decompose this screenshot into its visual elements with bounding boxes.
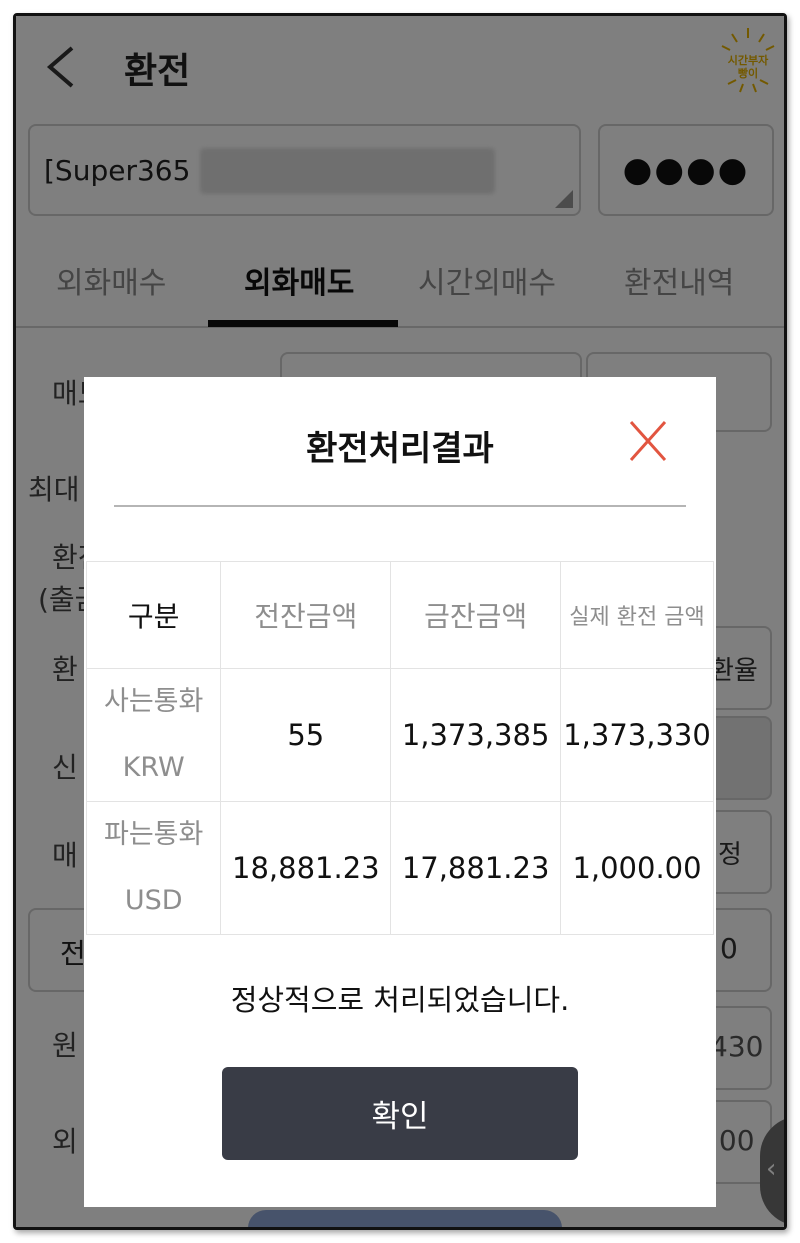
actual-amount-cell: 1,373,330 (560, 668, 714, 802)
exchange-result-dialog: 환전처리결과 구분 전잔금액 금잔금액 실제 환전 금액 사는통화 KRW 55… (84, 377, 716, 1207)
row-label-cell: 파는통화 USD (85, 801, 222, 935)
result-table: 구분 전잔금액 금잔금액 실제 환전 금액 사는통화 KRW 55 1,373,… (85, 561, 714, 935)
row-label-currency: KRW (122, 752, 185, 783)
header-prev-balance: 전잔금액 (220, 561, 392, 669)
header-category: 구분 (85, 561, 222, 669)
curr-balance-cell: 17,881.23 (390, 801, 562, 935)
dialog-divider (114, 505, 686, 507)
dialog-title: 환전처리결과 (306, 429, 494, 469)
header-actual-amount: 실제 환전 금액 (560, 561, 714, 669)
curr-balance-cell: 1,373,385 (390, 668, 562, 802)
row-label-cell: 사는통화 KRW (85, 668, 222, 802)
row-label-type: 사는통화 (104, 686, 204, 717)
prev-balance-cell: 55 (220, 668, 392, 802)
row-label-type: 파는통화 (104, 819, 204, 850)
close-icon[interactable] (628, 419, 668, 463)
table-row: 파는통화 USD 18,881.23 17,881.23 1,000.00 (85, 801, 714, 935)
table-header-row: 구분 전잔금액 금잔금액 실제 환전 금액 (85, 561, 714, 669)
row-label-currency: USD (124, 885, 183, 916)
prev-balance-cell: 18,881.23 (220, 801, 392, 935)
phone-frame: 환전 시간부자 (13, 13, 787, 1230)
header-curr-balance: 금잔금액 (390, 561, 562, 669)
table-row: 사는통화 KRW 55 1,373,385 1,373,330 (85, 668, 714, 802)
confirm-button[interactable]: 확인 (222, 1067, 578, 1160)
result-message: 정상적으로 처리되었습니다. (230, 983, 570, 1017)
actual-amount-cell: 1,000.00 (560, 801, 714, 935)
